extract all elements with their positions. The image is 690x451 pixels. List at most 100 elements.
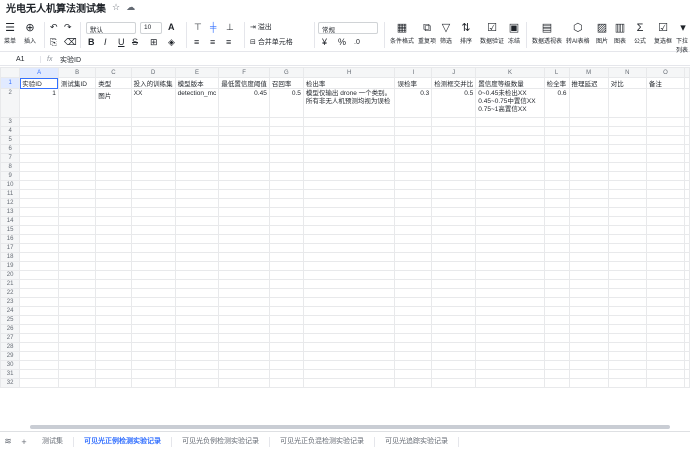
cell-F13[interactable] (218, 207, 270, 217)
row-header[interactable]: 4 (0, 126, 21, 136)
cell-E31[interactable] (174, 369, 220, 379)
cell-B2[interactable] (57, 88, 97, 118)
cell-A5[interactable] (19, 135, 59, 145)
cell-F31[interactable] (218, 369, 270, 379)
cell-D18[interactable] (130, 252, 176, 262)
freeze-button[interactable]: ▣ 冻结 (508, 22, 520, 45)
cell-F12[interactable] (218, 198, 270, 208)
cell-D8[interactable] (130, 162, 176, 172)
percent-icon[interactable]: % (338, 37, 346, 48)
cell-D27[interactable] (130, 333, 176, 343)
cell-F4[interactable] (218, 126, 270, 136)
cell-G5[interactable] (268, 135, 304, 145)
cell-C13[interactable] (95, 207, 132, 217)
dropdown-button[interactable]: ▾ 下拉列表 (676, 22, 690, 54)
cell-O18[interactable] (645, 252, 686, 262)
cell-C32[interactable] (95, 378, 132, 388)
cell-A23[interactable] (19, 297, 59, 307)
cell-L19[interactable] (543, 261, 570, 271)
cell-N10[interactable] (607, 180, 647, 190)
cell-A22[interactable] (19, 288, 59, 298)
cell-E18[interactable] (174, 252, 220, 262)
cell-K29[interactable] (475, 351, 545, 361)
cell-O8[interactable] (645, 162, 686, 172)
cell-M28[interactable] (568, 342, 609, 352)
cell-H9[interactable] (302, 171, 396, 181)
cell-M1[interactable]: 推理延迟 (568, 77, 609, 89)
cell-K28[interactable] (475, 342, 545, 352)
cell-E19[interactable] (174, 261, 220, 271)
cell-H13[interactable] (302, 207, 396, 217)
cell-A18[interactable] (19, 252, 59, 262)
cell-G11[interactable] (268, 189, 304, 199)
cell-O14[interactable] (645, 216, 686, 226)
cell-L4[interactable] (543, 126, 570, 136)
select-all-corner[interactable] (0, 67, 21, 78)
cell-N13[interactable] (607, 207, 647, 217)
insert-button[interactable]: ⊕ 插入 (24, 22, 36, 45)
cell-O2[interactable] (645, 88, 686, 118)
cell-M26[interactable] (568, 324, 609, 334)
cell-O15[interactable] (645, 225, 686, 235)
cell-L10[interactable] (543, 180, 570, 190)
cell-D15[interactable] (130, 225, 176, 235)
cell-H26[interactable] (302, 324, 396, 334)
cell-E15[interactable] (174, 225, 220, 235)
cell-C30[interactable] (95, 360, 132, 370)
font-family-select[interactable]: 默认 (86, 22, 136, 34)
cell-C25[interactable] (95, 315, 132, 325)
cell-B31[interactable] (57, 369, 97, 379)
cell-F28[interactable] (218, 342, 270, 352)
cell-D21[interactable] (130, 279, 176, 289)
cell-L1[interactable]: 检全率 (543, 77, 570, 89)
cell-D14[interactable] (130, 216, 176, 226)
sheet-tab[interactable]: 可见光追踪实验记录 (375, 436, 459, 447)
cell-A16[interactable] (19, 234, 59, 244)
cell-C21[interactable] (95, 279, 132, 289)
cell-D2[interactable]: XX (130, 88, 176, 118)
cell-D16[interactable] (130, 234, 176, 244)
row-header[interactable]: 11 (0, 189, 21, 199)
cell-C15[interactable] (95, 225, 132, 235)
cell-B30[interactable] (57, 360, 97, 370)
row-header[interactable]: 5 (0, 135, 21, 145)
cell-O9[interactable] (645, 171, 686, 181)
cell-E1[interactable]: 模型版本 (174, 77, 220, 89)
cell-D22[interactable] (130, 288, 176, 298)
cell-D7[interactable] (130, 153, 176, 163)
cell-O16[interactable] (645, 234, 686, 244)
cell-K18[interactable] (475, 252, 545, 262)
cell-G10[interactable] (268, 180, 304, 190)
cell-G17[interactable] (268, 243, 304, 253)
cell-K20[interactable] (475, 270, 545, 280)
cell-D10[interactable] (130, 180, 176, 190)
cell-N12[interactable] (607, 198, 647, 208)
cell-G9[interactable] (268, 171, 304, 181)
cell-J27[interactable] (431, 333, 477, 343)
cell-J20[interactable] (431, 270, 477, 280)
cell-G2[interactable]: 0.5 (268, 88, 304, 118)
cell-B29[interactable] (57, 351, 97, 361)
cell-K15[interactable] (475, 225, 545, 235)
cell-B27[interactable] (57, 333, 97, 343)
cell-F26[interactable] (218, 324, 270, 334)
cell-M18[interactable] (568, 252, 609, 262)
cell-C23[interactable] (95, 297, 132, 307)
row-header[interactable]: 30 (0, 360, 21, 370)
cell-H32[interactable] (302, 378, 396, 388)
cell-O17[interactable] (645, 243, 686, 253)
cell-D9[interactable] (130, 171, 176, 181)
filter-button[interactable]: ▽ 筛选 (440, 22, 452, 45)
cell-G19[interactable] (268, 261, 304, 271)
cell-N8[interactable] (607, 162, 647, 172)
cell-O30[interactable] (645, 360, 686, 370)
cell-D6[interactable] (130, 144, 176, 154)
cell-L20[interactable] (543, 270, 570, 280)
cell-J14[interactable] (431, 216, 477, 226)
cell-F5[interactable] (218, 135, 270, 145)
cell-N32[interactable] (607, 378, 647, 388)
cell-L3[interactable] (543, 117, 570, 127)
align-top-icon[interactable]: ⊤ (194, 22, 202, 33)
cell-N29[interactable] (607, 351, 647, 361)
cell-L18[interactable] (543, 252, 570, 262)
